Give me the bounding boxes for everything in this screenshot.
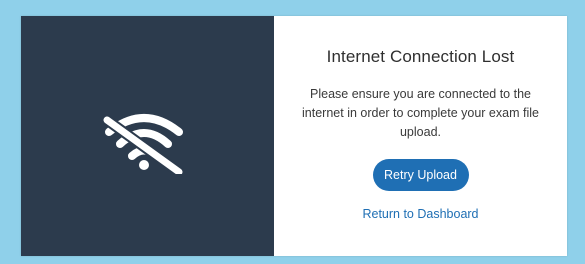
wifi-off-icon (103, 114, 185, 174)
dialog-message: Please ensure you are connected to the i… (302, 87, 539, 139)
retry-upload-button[interactable]: Retry Upload (372, 159, 469, 191)
illustration-panel (21, 16, 274, 256)
connection-lost-dialog: Internet Connection Lost Please ensure y… (21, 16, 567, 256)
content-panel: Internet Connection Lost Please ensure y… (274, 16, 567, 256)
return-to-dashboard-link[interactable]: Return to Dashboard (362, 207, 478, 221)
dialog-title: Internet Connection Lost (326, 47, 515, 66)
